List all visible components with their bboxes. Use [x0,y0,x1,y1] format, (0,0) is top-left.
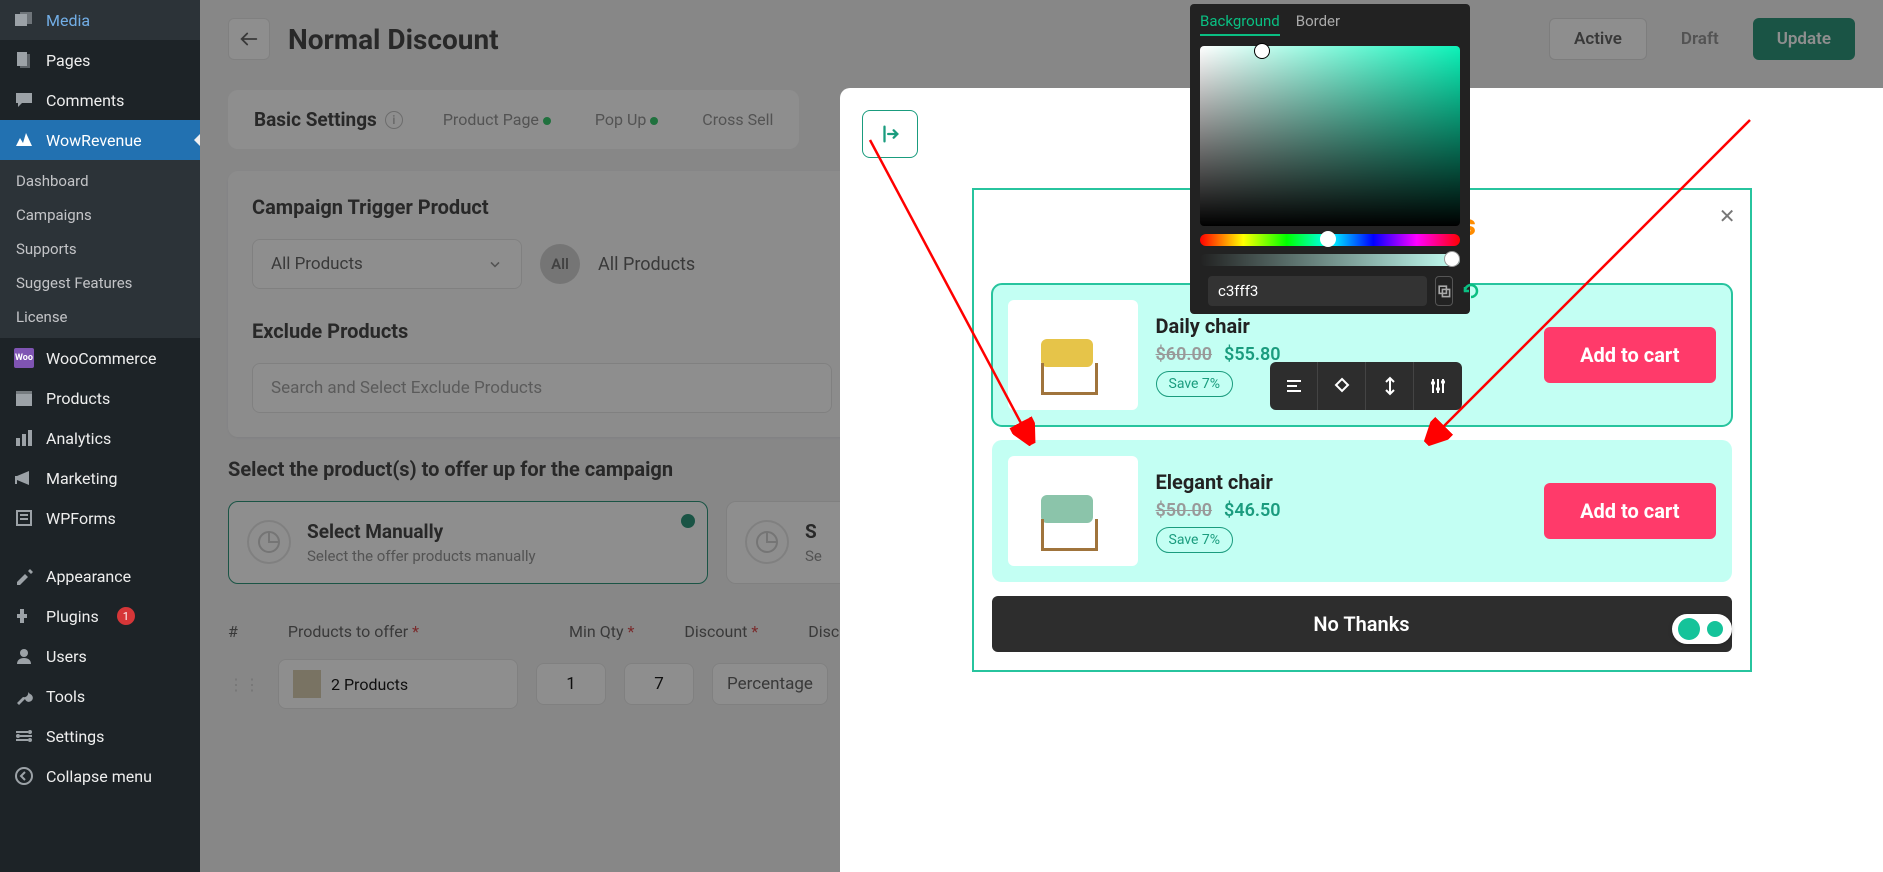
sidebar-sub-dashboard[interactable]: Dashboard [0,164,200,198]
fill-icon [1332,376,1352,396]
sidebar-item-settings[interactable]: Settings [0,716,200,756]
wpforms-icon [14,508,34,528]
old-price: $50.00 [1156,500,1213,521]
vertical-icon [1380,376,1400,396]
appearance-icon [14,566,34,586]
pages-icon [14,50,34,70]
sidebar-item-marketing[interactable]: Marketing [0,458,200,498]
sidebar-label: Products [46,389,110,408]
sidebar-item-plugins[interactable]: Plugins 1 [0,596,200,636]
alpha-slider[interactable] [1200,254,1460,266]
sidebar-item-collapse[interactable]: Collapse menu [0,756,200,796]
color-picker: Background Border [1190,4,1470,314]
no-thanks-button[interactable]: No Thanks [992,596,1732,652]
sidebar-item-tools[interactable]: Tools [0,676,200,716]
users-icon [14,646,34,666]
fill-button[interactable] [1318,362,1366,410]
hex-input[interactable] [1208,276,1427,306]
align-icon [1284,376,1304,396]
picker-handle[interactable] [1255,44,1269,58]
save-badge: Save 7% [1156,527,1234,553]
sidebar-label: Users [46,647,87,666]
copy-icon [1436,283,1452,299]
sidebar-item-users[interactable]: Users [0,636,200,676]
sidebar-label: Pages [46,51,90,70]
marketing-icon [14,468,34,488]
sidebar-label: Comments [46,91,124,110]
media-icon [14,10,34,30]
sidebar-item-media[interactable]: Media [0,0,200,40]
product-image [1008,456,1138,566]
tools-icon [14,686,34,706]
align-left-button[interactable] [1270,362,1318,410]
grammarly-widget[interactable] [1672,614,1732,644]
vertical-button[interactable] [1366,362,1414,410]
analytics-icon [14,428,34,448]
saturation-picker[interactable] [1200,46,1460,226]
sidebar-item-analytics[interactable]: Analytics [0,418,200,458]
sidebar-item-products[interactable]: Products [0,378,200,418]
sidebar-label: WooCommerce [46,349,156,368]
sidebar-label: WPForms [46,509,116,528]
sidebar-label: Appearance [46,567,131,586]
sidebar-sub-campaigns[interactable]: Campaigns [0,198,200,232]
comments-icon [14,90,34,110]
settings-icon [14,726,34,746]
sidebar-label: Media [46,11,90,30]
sidebar-sub-license[interactable]: License [0,300,200,334]
border-tab[interactable]: Border [1296,12,1340,36]
sidebar-item-woocommerce[interactable]: Woo WooCommerce [0,338,200,378]
sidebar-label: Plugins [46,607,99,626]
collapse-icon [14,766,34,786]
sidebar-label: WowRevenue [46,131,142,150]
sidebar-sub-supports[interactable]: Supports [0,232,200,266]
sidebar-item-pages[interactable]: Pages [0,40,200,80]
sidebar-label: Tools [46,687,85,706]
sidebar-submenu: Dashboard Campaigns Supports Suggest Fea… [0,160,200,338]
hue-slider[interactable] [1200,234,1460,246]
reset-button[interactable] [1461,276,1481,306]
sidebar-item-appearance[interactable]: Appearance [0,556,200,596]
add-to-cart-button[interactable]: Add to cart [1544,483,1715,539]
sidebar-label: Analytics [46,429,111,448]
sidebar-sub-suggest[interactable]: Suggest Features [0,266,200,300]
alpha-handle[interactable] [1444,251,1460,267]
product-name: Elegant chair [1156,470,1281,494]
admin-sidebar: Media Pages Comments WowRevenue Dashboar… [0,0,200,872]
plugins-icon [14,606,34,626]
products-icon [14,388,34,408]
wowrevenue-icon [14,130,34,150]
sidebar-label: Marketing [46,469,117,488]
sidebar-label: Collapse menu [46,767,152,786]
sidebar-item-comments[interactable]: Comments [0,80,200,120]
copy-button[interactable] [1435,276,1453,306]
sidebar-item-wpforms[interactable]: WPForms [0,498,200,538]
bg-tab[interactable]: Background [1200,12,1280,36]
sidebar-label: Settings [46,727,104,746]
plugins-badge: 1 [117,607,135,625]
woo-icon: Woo [14,348,34,368]
reset-icon [1461,281,1481,301]
hue-handle[interactable] [1320,231,1336,247]
sidebar-item-wowrevenue[interactable]: WowRevenue [0,120,200,160]
new-price: $46.50 [1224,500,1281,521]
